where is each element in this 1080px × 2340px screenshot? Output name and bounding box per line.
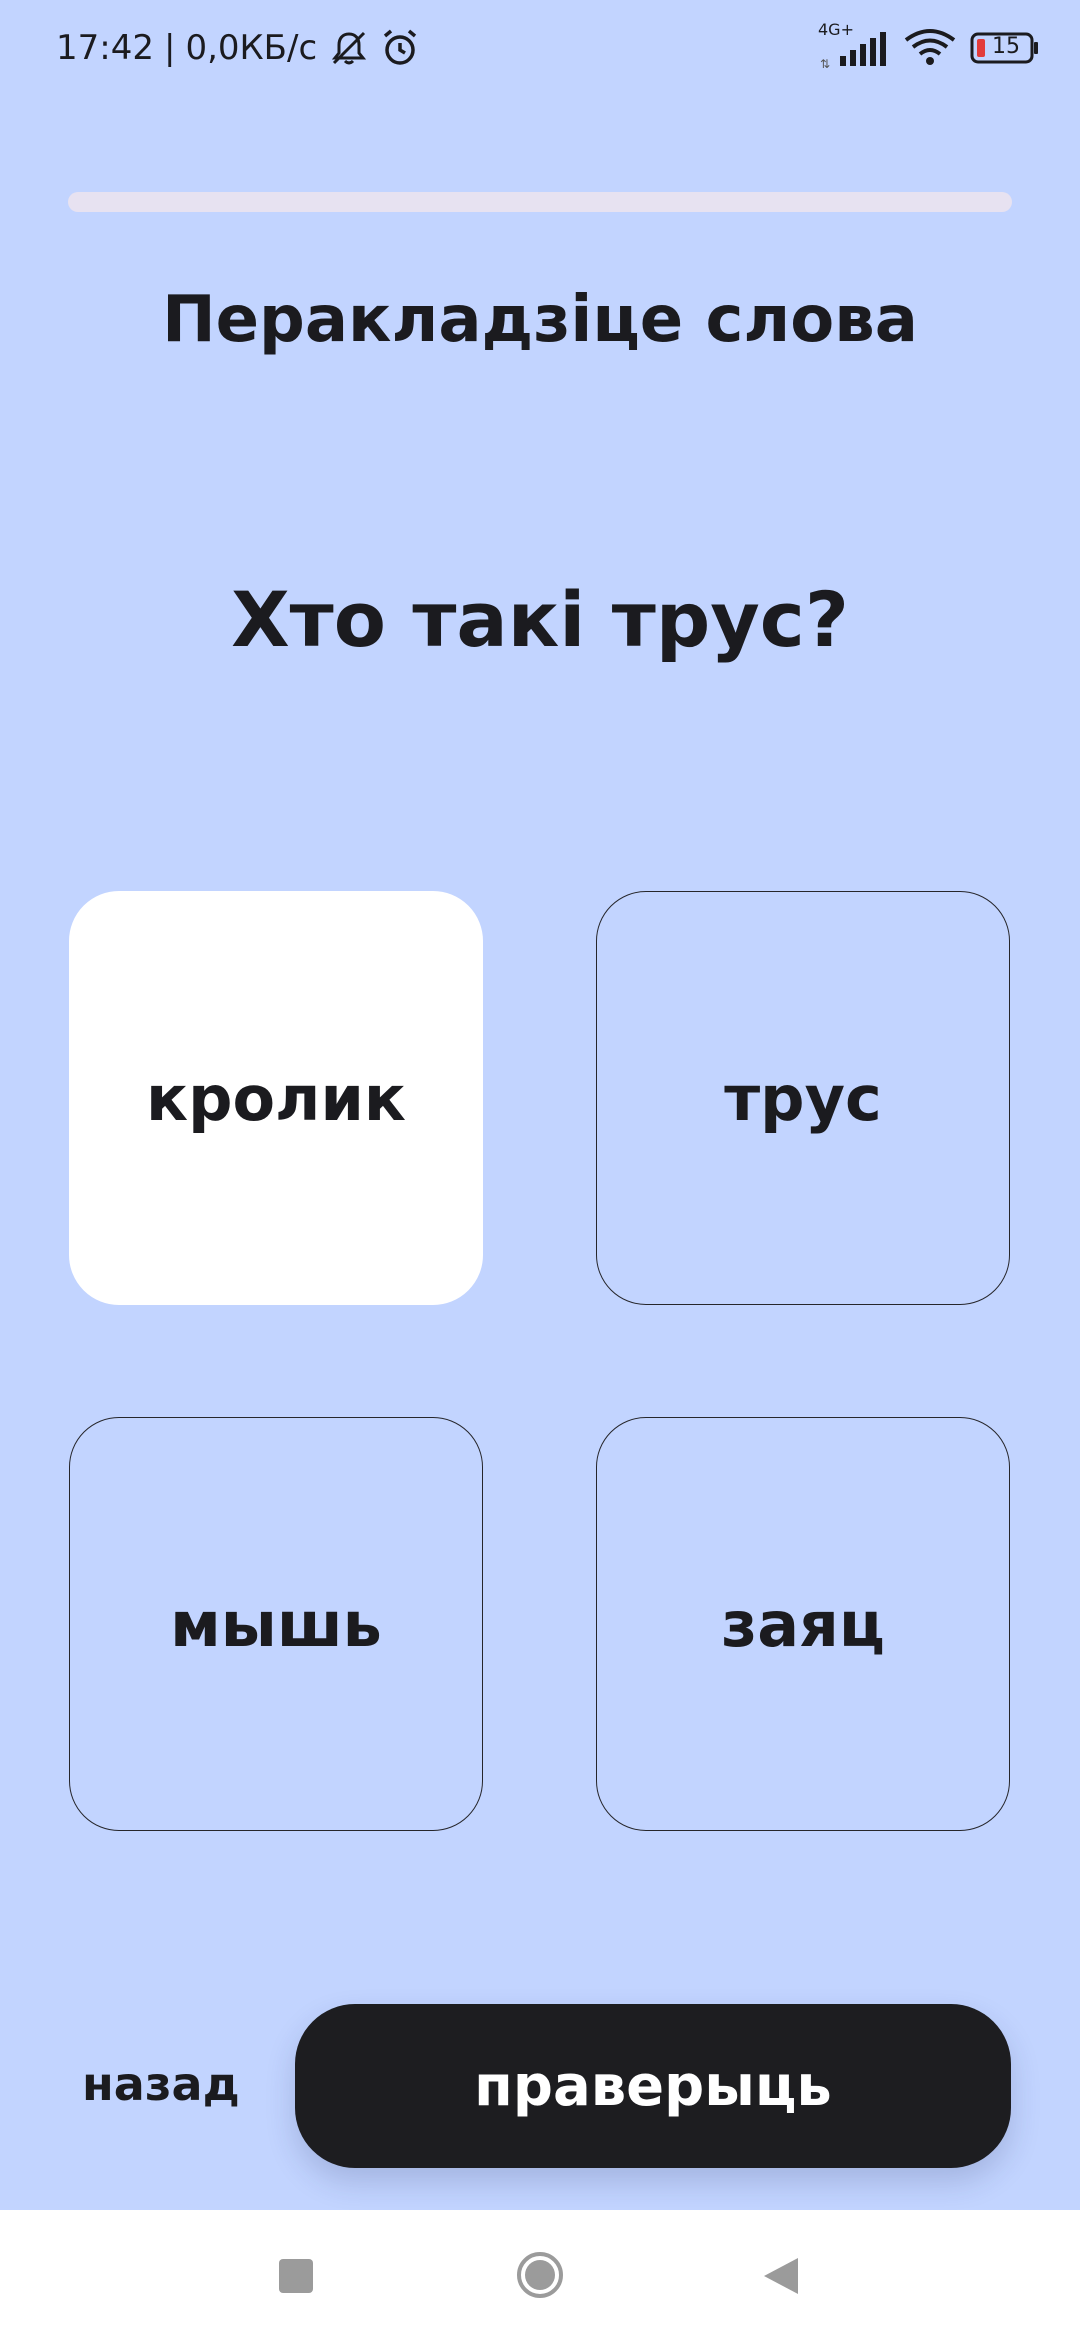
lesson-progress-bar [68, 192, 1012, 212]
home-icon[interactable] [515, 2250, 565, 2300]
status-bar: 17:42 | 0,0КБ/с 4G+ ⇅ 15 [0, 0, 1080, 96]
back-icon[interactable] [762, 2256, 800, 2296]
system-nav-bar [0, 2210, 1080, 2340]
recents-icon[interactable] [279, 2259, 313, 2293]
svg-text:⇅: ⇅ [820, 57, 830, 70]
status-separator: | [163, 28, 176, 68]
status-left: 17:42 | 0,0КБ/с [56, 22, 421, 74]
answer-option[interactable]: заяц [596, 1417, 1010, 1831]
check-button[interactable]: праверыць [295, 2004, 1011, 2168]
status-speed: 0,0КБ/с [185, 28, 318, 68]
instruction-title: Перакладзіце слова [162, 283, 918, 357]
bell-off-icon [329, 28, 369, 68]
wifi-icon [904, 28, 956, 68]
status-time: 17:42 [56, 28, 154, 68]
answer-option[interactable]: мышь [69, 1417, 483, 1831]
battery-icon: 15 [970, 31, 1040, 65]
battery-level: 15 [992, 34, 1020, 59]
back-button[interactable]: назад [82, 2054, 240, 2114]
question-text: Хто такі трус? [231, 575, 849, 664]
answer-option[interactable]: кролик [69, 891, 483, 1305]
answer-option[interactable]: трус [596, 891, 1010, 1305]
network-type: 4G+ [818, 20, 854, 39]
status-right: 4G+ ⇅ 15 [818, 20, 1040, 74]
signal-icon: 4G+ ⇅ [818, 20, 890, 70]
alarm-icon [379, 27, 421, 69]
app-screen: 17:42 | 0,0КБ/с 4G+ ⇅ 15 Перакладзіце сл… [0, 0, 1080, 2340]
